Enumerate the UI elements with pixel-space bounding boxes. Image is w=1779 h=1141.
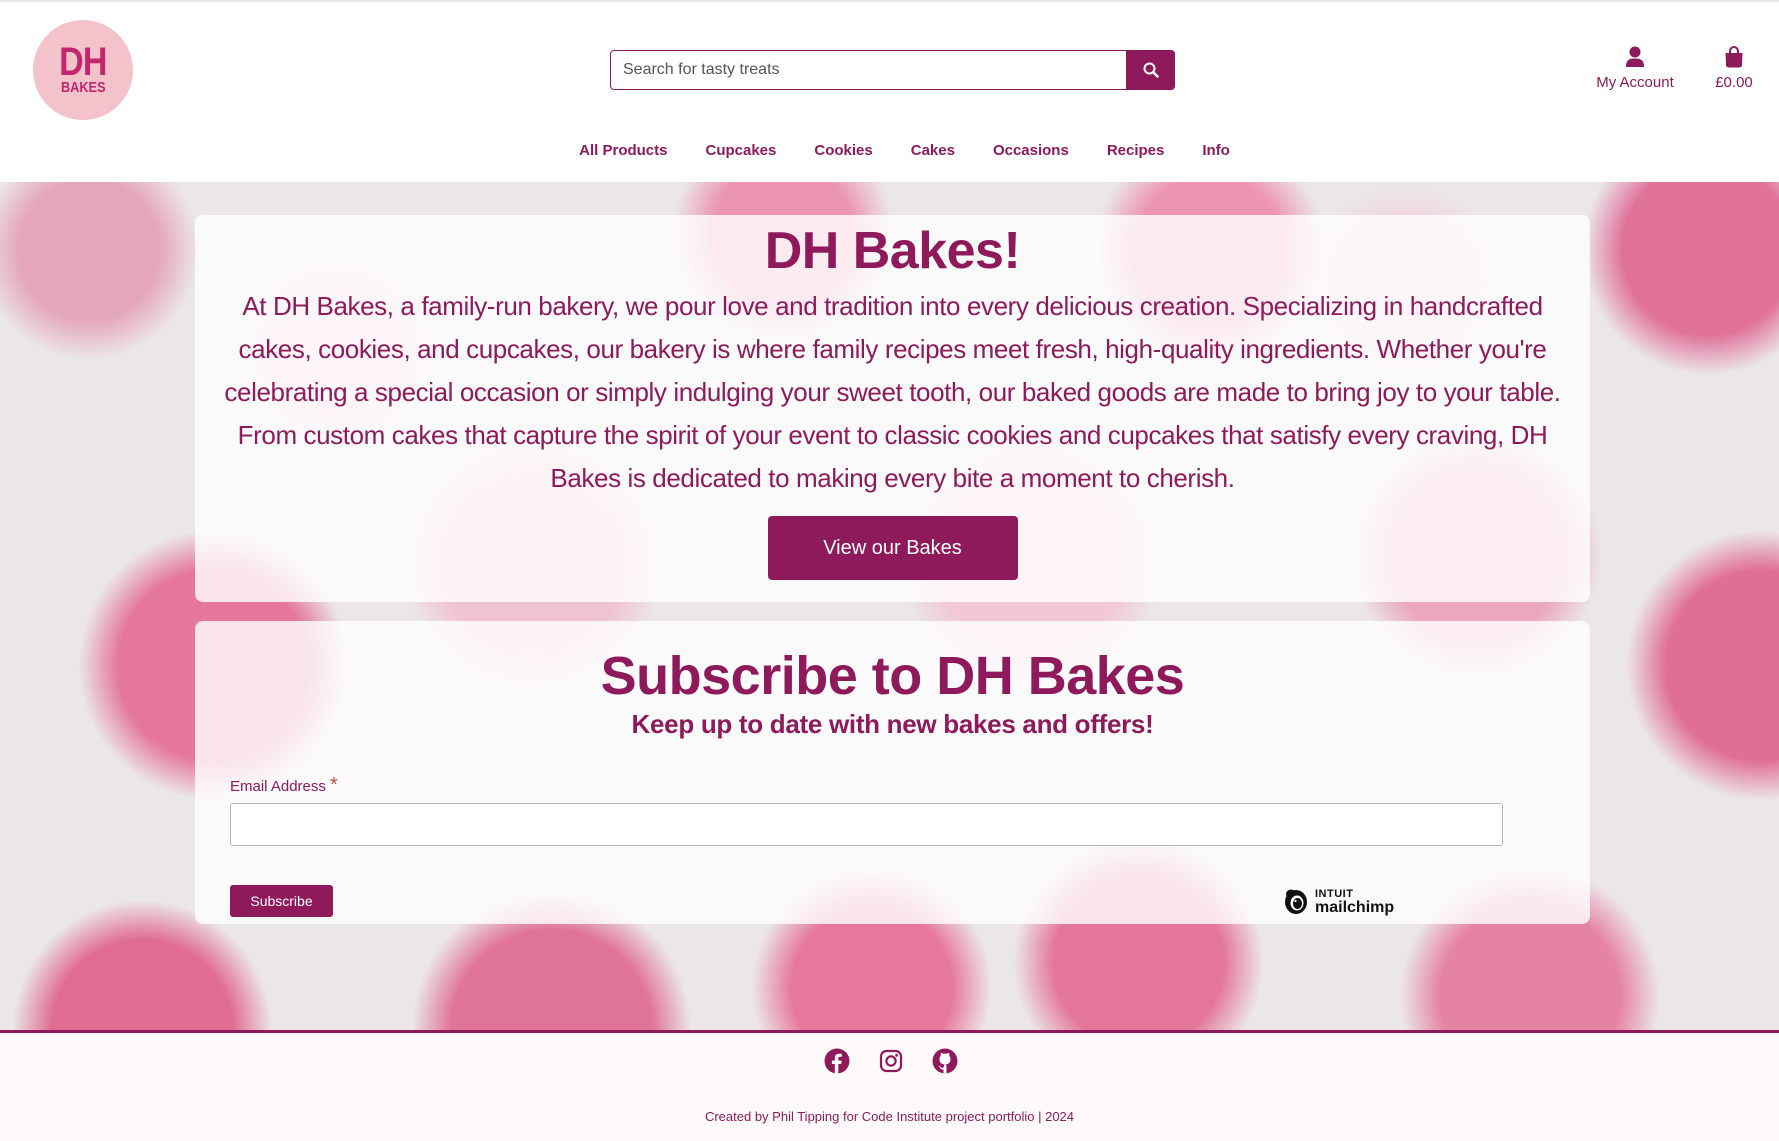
- about-card: DH Bakes! At DH Bakes, a family-run bake…: [195, 215, 1590, 602]
- nav-all-products[interactable]: All Products: [579, 142, 667, 159]
- email-label-text: Email Address: [230, 778, 326, 795]
- user-icon: [1626, 46, 1644, 67]
- logo-dh-text: DH: [59, 40, 107, 84]
- mailchimp-text: mailchimp: [1315, 899, 1395, 916]
- search-icon: [1143, 62, 1159, 78]
- nav-occasions[interactable]: Occasions: [993, 142, 1069, 159]
- mailchimp-icon: [1285, 889, 1307, 914]
- view-bakes-button[interactable]: View our Bakes: [767, 516, 1018, 580]
- search-button[interactable]: [1126, 50, 1175, 90]
- subscribe-tagline: Keep up to date with new bakes and offer…: [631, 709, 1154, 739]
- logo[interactable]: DH BAKES: [33, 20, 133, 120]
- logo-bakes-text: BAKES: [60, 79, 106, 96]
- hero-background: DH Bakes! At DH Bakes, a family-run bake…: [0, 182, 1779, 1030]
- github-icon: [932, 1048, 958, 1074]
- nav-info[interactable]: Info: [1202, 142, 1230, 159]
- bag-total: £0.00: [1715, 74, 1753, 91]
- github-link[interactable]: [931, 1047, 959, 1075]
- email-label: Email Address *: [230, 774, 338, 797]
- required-mark: *: [330, 774, 338, 796]
- my-account-link[interactable]: My Account: [1590, 44, 1680, 91]
- my-account-label: My Account: [1596, 74, 1674, 91]
- footer-credit: Created by Phil Tipping for Code Institu…: [704, 1109, 1075, 1124]
- subscribe-button[interactable]: Subscribe: [230, 885, 333, 917]
- instagram-icon: [879, 1049, 903, 1073]
- nav-cakes[interactable]: Cakes: [911, 142, 955, 159]
- main-nav: All Products Cupcakes Cookies Cakes Occa…: [0, 142, 1779, 159]
- facebook-icon: [824, 1048, 850, 1074]
- nav-recipes[interactable]: Recipes: [1107, 142, 1165, 159]
- mailchimp-badge[interactable]: INTUIT mailchimp: [1282, 886, 1394, 916]
- facebook-link[interactable]: [823, 1047, 851, 1075]
- instagram-link[interactable]: [877, 1047, 905, 1075]
- about-text: At DH Bakes, a family-run bakery, we pou…: [224, 291, 1561, 493]
- email-field[interactable]: [230, 803, 1503, 846]
- shopping-bag-icon: [1725, 46, 1743, 68]
- about-title: DH Bakes!: [764, 222, 1021, 280]
- subscribe-title: Subscribe to DH Bakes: [600, 646, 1185, 706]
- site-header: DH BAKES My Account £0.00: [0, 0, 1779, 182]
- search-form: [610, 50, 1175, 90]
- nav-cookies[interactable]: Cookies: [814, 142, 872, 159]
- subscribe-card: Subscribe to DH Bakes Keep up to date wi…: [195, 621, 1590, 924]
- social-links: [823, 1047, 959, 1075]
- site-footer: Created by Phil Tipping for Code Institu…: [0, 1030, 1779, 1141]
- nav-cupcakes[interactable]: Cupcakes: [706, 142, 777, 159]
- shopping-bag-link[interactable]: £0.00: [1708, 44, 1760, 91]
- search-input[interactable]: [610, 50, 1126, 90]
